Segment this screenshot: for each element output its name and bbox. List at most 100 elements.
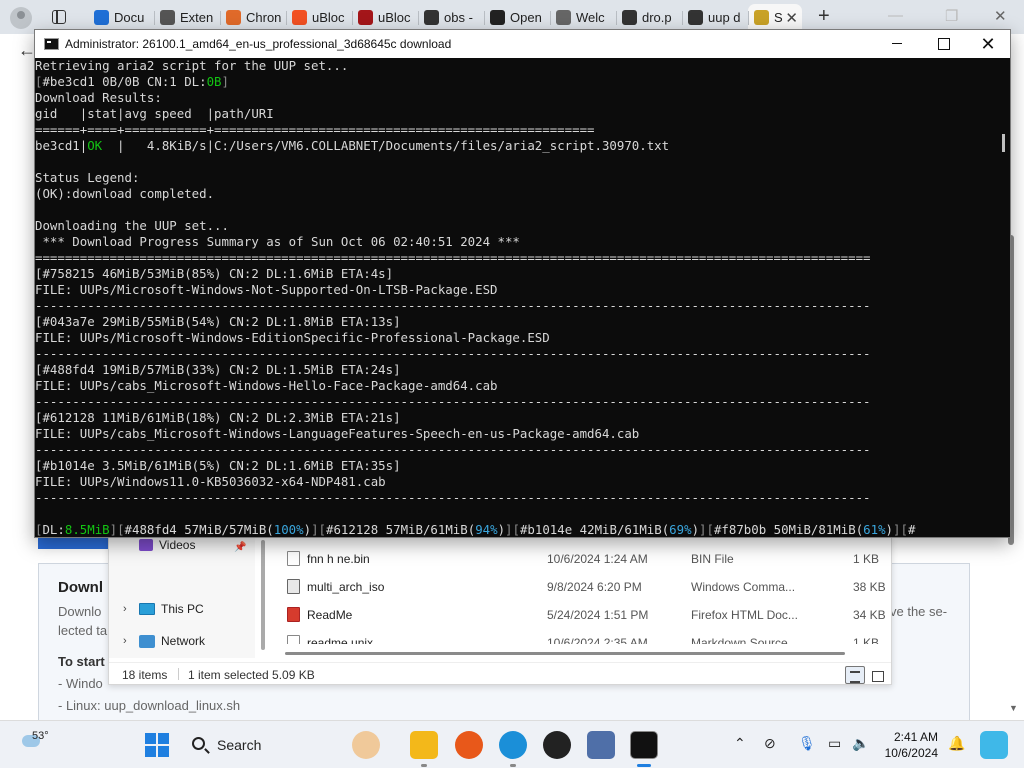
console-text: ----------------------------------------… — [35, 490, 871, 505]
system-clock[interactable]: 2:41 AM 10/6/2024 — [878, 729, 938, 761]
file-row[interactable]: multi_arch_iso 9/8/2024 6:20 PM Windows … — [285, 576, 886, 598]
document-icon — [94, 10, 109, 25]
tab-actions-icon[interactable] — [52, 10, 66, 24]
microphone-icon[interactable]: 🎙 — [798, 735, 816, 752]
console-scrollbar[interactable] — [997, 60, 1009, 537]
volume-icon[interactable]: 🔈 — [852, 735, 869, 752]
obs-taskbar-icon[interactable] — [543, 731, 571, 759]
console-text: Downloading the UUP set... — [35, 218, 229, 233]
console-text: #488fd4 57MiB/57MiB( — [124, 522, 274, 537]
new-tab-button[interactable]: + — [818, 5, 830, 28]
file-explorer-taskbar-icon[interactable] — [410, 731, 438, 759]
scrollbar-thumb[interactable] — [261, 540, 265, 650]
tab-close-icon[interactable]: ✕ — [785, 9, 798, 27]
file-type: Firefox HTML Doc... — [691, 608, 798, 622]
copilot-icon[interactable] — [980, 731, 1008, 759]
terminal-icon — [622, 10, 637, 25]
pin-icon[interactable]: 📌 — [234, 542, 246, 553]
console-line: be3cd1|OK | 4.8KiB/s|C:/Users/VM6.COLLAB… — [35, 138, 995, 154]
browser-tab[interactable]: Open — [484, 4, 550, 32]
browser-restore-icon[interactable]: ❐ — [945, 7, 958, 25]
console-text: DL: — [42, 522, 65, 537]
console-app-icon[interactable] — [44, 38, 59, 50]
notification-bell-icon[interactable]: 🔔 — [948, 735, 965, 752]
browser-tab[interactable]: S ✕ — [748, 4, 802, 32]
console-text: #f87b0b 50MiB/81MiB( — [713, 522, 864, 537]
maximize-button[interactable] — [920, 30, 966, 58]
start-button-icon[interactable] — [145, 733, 169, 757]
browser-tab[interactable]: Chron — [220, 4, 286, 32]
console-output[interactable]: Retrieving aria2 script for the UUP set.… — [35, 58, 995, 537]
console-text: ----------------------------------------… — [35, 298, 871, 313]
taskbar-search[interactable]: Search — [180, 729, 340, 761]
file-size: 1 KB — [853, 552, 880, 566]
edge-taskbar-icon[interactable] — [499, 731, 527, 759]
console-taskbar-icon[interactable] — [630, 731, 658, 759]
console-line: FILE: UUPs/Microsoft-Windows-EditionSpec… — [35, 330, 995, 346]
minimize-button[interactable] — [874, 30, 920, 58]
console-text: #be3cd1 0B/0B CN:1 DL: — [42, 74, 207, 89]
console-line: [#758215 46MiB/53MiB(85%) CN:2 DL:1.6MiB… — [35, 266, 995, 282]
console-text: # — [907, 522, 916, 537]
console-text: [#488fd4 19MiB/57MiB(33%) CN:2 DL:1.5MiB… — [35, 362, 401, 377]
console-line: ----------------------------------------… — [35, 346, 995, 362]
file-date: 10/6/2024 1:24 AM — [547, 552, 648, 566]
file-row[interactable]: readme.unix 10/6/2024 2:35 AM Markdown S… — [285, 632, 881, 644]
html-file-icon — [287, 607, 300, 622]
browser-minimize-icon[interactable]: — — [888, 7, 903, 24]
console-text: gid |stat|avg speed |path/URI — [35, 106, 274, 121]
browser-tab[interactable]: dro.p — [616, 4, 682, 32]
tiles-view-button[interactable] — [867, 666, 887, 684]
browser-tab[interactable]: Docu — [88, 4, 154, 32]
browser-close-icon[interactable]: ✕ — [994, 7, 1007, 25]
console-line: FILE: UUPs/cabs_Microsoft-Windows-Hello-… — [35, 378, 995, 394]
console-line: FILE: UUPs/Windows11.0-KB5036032-x64-NDP… — [35, 474, 995, 490]
console-line: Retrieving aria2 script for the UUP set.… — [35, 58, 995, 74]
openai-icon — [490, 10, 505, 25]
console-text: Download Results: — [35, 90, 162, 105]
file-row[interactable]: fnn h ne.bin 10/6/2024 1:24 AM BIN File … — [285, 548, 881, 570]
card-text-line: lected ta — [58, 623, 108, 638]
display-icon[interactable]: ▭ — [828, 735, 841, 752]
console-line: [#488fd4 19MiB/57MiB(33%) CN:2 DL:1.5MiB… — [35, 362, 995, 378]
remote-desktop-taskbar-icon[interactable] — [587, 731, 615, 759]
nav-item-this-pc[interactable]: › This PC — [123, 602, 204, 616]
console-text: Retrieving aria2 script for the UUP set.… — [35, 58, 349, 73]
profile-avatar-icon[interactable] — [10, 7, 32, 29]
browser-tab[interactable]: Exten — [154, 4, 220, 32]
browser-tab[interactable]: uup d — [682, 4, 748, 32]
details-view-button[interactable] — [845, 666, 865, 684]
running-indicator — [421, 764, 427, 767]
nav-scrollbar[interactable] — [259, 536, 267, 658]
console-text: 69% — [669, 522, 692, 537]
network-status-icon[interactable]: ⊘ — [764, 735, 776, 752]
chevron-up-icon[interactable]: ⌃ — [734, 735, 746, 752]
browser-tab[interactable]: uBloc — [286, 4, 352, 32]
console-line: Downloading the UUP set... — [35, 218, 995, 234]
chevron-right-icon[interactable]: › — [123, 635, 133, 647]
taskbar: 53° Search ⌃ ⊘ 🎙 ▭ 🔈 2:41 AM 10/6/2024 🔔 — [0, 720, 1024, 768]
scroll-down-arrow-icon[interactable]: ▼ — [1009, 703, 1018, 713]
console-line: ======+====+===========+================… — [35, 122, 995, 138]
firefox-taskbar-icon[interactable] — [455, 731, 483, 759]
horizontal-scrollbar[interactable] — [285, 652, 845, 655]
weather-temperature[interactable]: 53° — [32, 730, 49, 742]
close-button[interactable]: ✕ — [965, 30, 1011, 58]
browser-tab[interactable]: obs - — [418, 4, 484, 32]
file-row[interactable]: ReadMe 5/24/2024 1:51 PM Firefox HTML Do… — [285, 604, 886, 626]
nav-item-network[interactable]: › Network — [123, 634, 205, 648]
console-line: (OK):download completed. — [35, 186, 995, 202]
console-text: ----------------------------------------… — [35, 394, 871, 409]
browser-tab[interactable]: uBloc — [352, 4, 418, 32]
scrollbar-thumb[interactable] — [1002, 134, 1005, 152]
console-text: | 4.8KiB/s|C:/Users/VM6.COLLABNET/Docume… — [102, 138, 670, 153]
console-title-bar[interactable]: Administrator: 26100.1_amd64_en-us_profe… — [35, 30, 1010, 58]
file-date: 9/8/2024 6:20 PM — [547, 580, 642, 594]
browser-tab[interactable]: Welc — [550, 4, 616, 32]
chevron-right-icon[interactable]: › — [123, 603, 133, 615]
search-highlight-icon[interactable] — [352, 731, 380, 759]
nav-item-videos[interactable]: Videos — [123, 538, 195, 552]
